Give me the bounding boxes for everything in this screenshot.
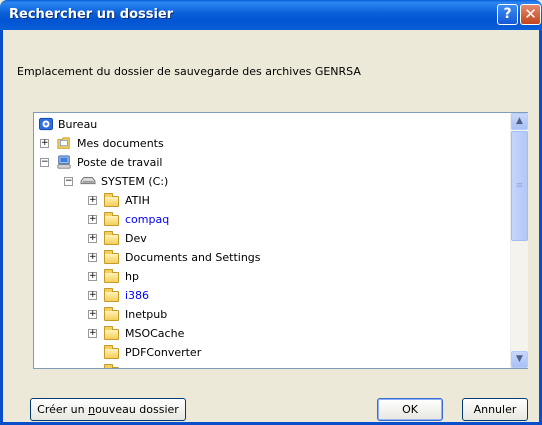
tree-item-label: SYSTEM (C:) bbox=[101, 175, 169, 188]
folder-icon bbox=[104, 364, 119, 368]
folder-icon bbox=[104, 250, 119, 264]
tree-item-label: i386 bbox=[125, 289, 150, 302]
tree-item-label: Documents and Settings bbox=[125, 251, 261, 264]
desktop-icon bbox=[39, 117, 53, 131]
tree-scrollbar[interactable]: ▲ ≡ ▼ bbox=[510, 113, 528, 368]
title-bar[interactable]: Rechercher un dossier ? ✕ bbox=[0, 0, 542, 30]
close-button[interactable]: ✕ bbox=[520, 4, 541, 25]
expand-icon[interactable]: + bbox=[88, 196, 97, 205]
tree-item-label: Bureau bbox=[58, 118, 98, 131]
expand-icon[interactable]: + bbox=[88, 310, 97, 319]
instruction-text: Emplacement du dossier de sauvegarde des… bbox=[17, 65, 361, 78]
cancel-button[interactable]: Annuler bbox=[462, 398, 528, 421]
drive-icon bbox=[80, 177, 96, 185]
expand-icon[interactable]: + bbox=[88, 215, 97, 224]
tree-item-label: MSOCache bbox=[125, 327, 185, 340]
expand-icon[interactable]: + bbox=[88, 272, 97, 281]
collapse-icon[interactable]: − bbox=[64, 177, 73, 186]
chevron-up-icon: ▲ bbox=[516, 116, 523, 126]
scroll-down-button[interactable]: ▼ bbox=[511, 351, 528, 368]
expand-icon[interactable]: + bbox=[88, 291, 97, 300]
help-icon: ? bbox=[503, 6, 512, 22]
tree-item-label: Poste de travail bbox=[77, 156, 163, 169]
tree-item-label: compaq bbox=[125, 213, 170, 226]
expand-icon[interactable]: + bbox=[88, 234, 97, 243]
grip-icon: ≡ bbox=[515, 181, 524, 191]
folder-icon bbox=[104, 345, 119, 359]
expand-icon[interactable]: + bbox=[88, 329, 97, 338]
collapse-icon[interactable]: − bbox=[40, 158, 49, 167]
folder-tree[interactable]: Bureau + Mes documents − Poste de travai… bbox=[33, 112, 528, 369]
tree-item-label: hp bbox=[125, 270, 139, 283]
folder-icon bbox=[104, 307, 119, 321]
help-button[interactable]: ? bbox=[497, 4, 518, 25]
tree-item-label: Inetpub bbox=[125, 308, 168, 321]
window-border-left bbox=[0, 30, 3, 425]
tree-item-label: ATIH bbox=[125, 194, 150, 207]
scroll-thumb[interactable]: ≡ bbox=[511, 131, 528, 241]
folder-icon bbox=[104, 193, 119, 207]
my-documents-icon bbox=[57, 137, 70, 149]
tree-item-label: Dev bbox=[125, 232, 147, 245]
tree-item-label: PDFConverter bbox=[125, 346, 202, 359]
folder-icon bbox=[104, 231, 119, 245]
tree-item-label: Mes documents bbox=[77, 137, 164, 150]
folder-icon bbox=[104, 269, 119, 283]
window-title: Rechercher un dossier bbox=[9, 7, 174, 22]
my-computer-icon bbox=[57, 155, 71, 169]
folder-icon bbox=[104, 288, 119, 302]
expand-icon[interactable]: + bbox=[40, 139, 49, 148]
close-icon: ✕ bbox=[524, 5, 537, 23]
ok-button[interactable]: OK bbox=[377, 398, 443, 421]
new-folder-label-pre: Créer un bbox=[37, 403, 89, 416]
scroll-up-button[interactable]: ▲ bbox=[511, 113, 528, 130]
new-folder-button[interactable]: Créer un nouveau dossier bbox=[30, 398, 186, 421]
new-folder-label-post: ouveau dossier bbox=[95, 403, 179, 416]
chevron-down-icon: ▼ bbox=[516, 354, 523, 364]
folder-icon bbox=[104, 212, 119, 226]
folder-icon bbox=[104, 326, 119, 340]
expand-icon[interactable]: + bbox=[88, 253, 97, 262]
